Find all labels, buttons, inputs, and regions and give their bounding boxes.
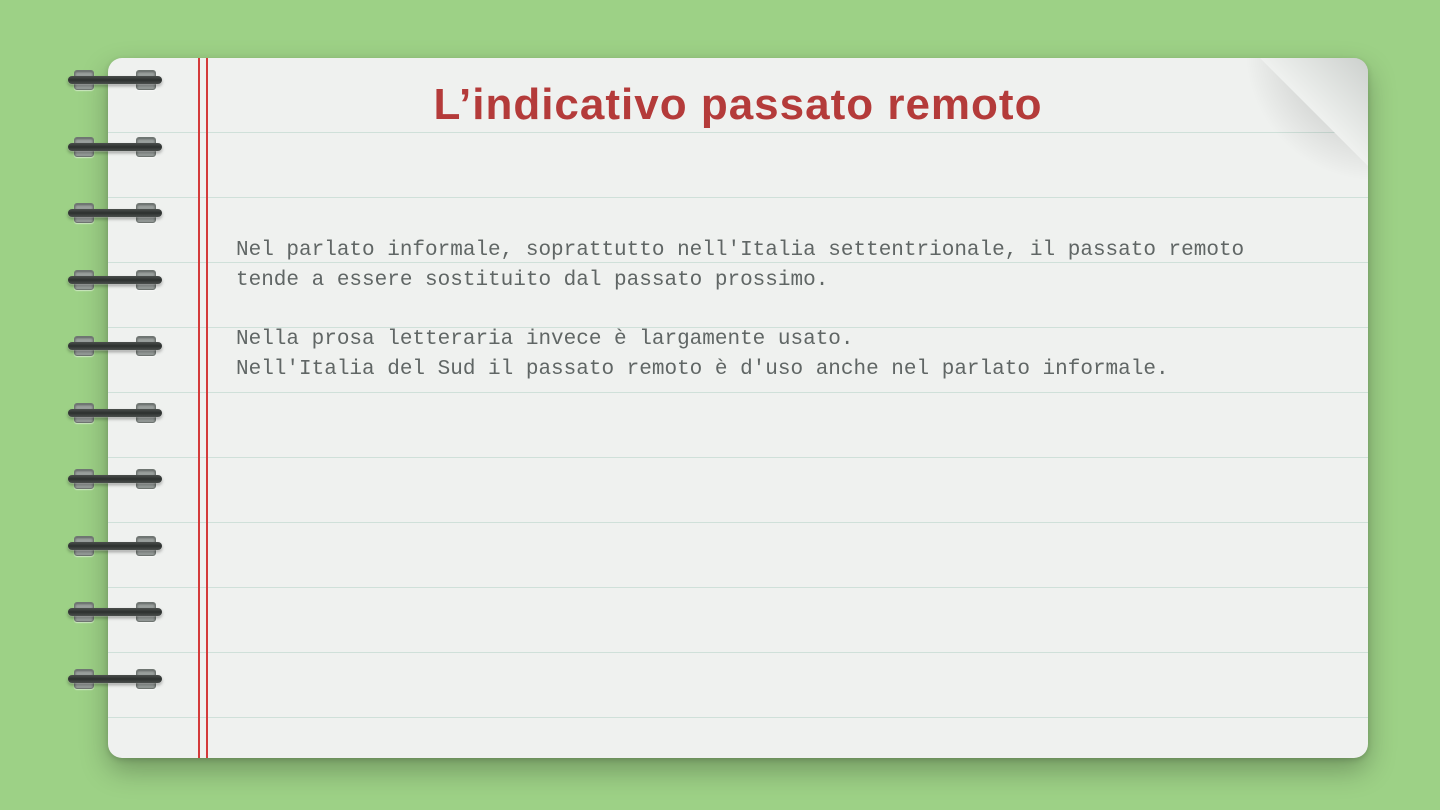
notebook-paper: L’indicativo passato remoto Nel parlato …: [108, 58, 1368, 758]
paragraph-1: Nel parlato informale, soprattutto nell'…: [236, 239, 1257, 292]
paragraph-2: Nella prosa letteraria invece è largamen…: [236, 328, 1169, 381]
body-text: Nel parlato informale, soprattutto nell'…: [236, 236, 1298, 385]
slide-stage: L’indicativo passato remoto Nel parlato …: [0, 0, 1440, 810]
page-title: L’indicativo passato remoto: [108, 80, 1368, 130]
margin-rule-lines: [198, 58, 210, 758]
